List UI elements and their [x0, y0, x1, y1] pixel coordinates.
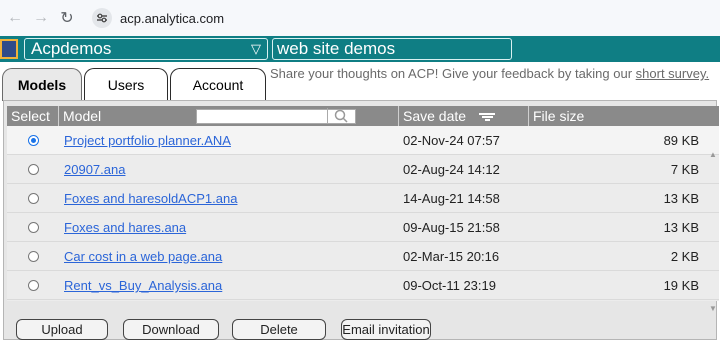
save-date-cell: 02-Nov-24 07:57: [403, 133, 500, 148]
table-row[interactable]: 20907.ana 02-Aug-24 14:12 7 KB: [7, 155, 719, 184]
site-settings-icon[interactable]: [92, 8, 112, 28]
table-body: Project portfolio planner.ANA 02-Nov-24 …: [7, 126, 719, 313]
tune-icon-svg: [97, 13, 107, 23]
model-link[interactable]: Rent_vs_Buy_Analysis.ana: [64, 271, 222, 300]
table-header: Select Model Save date File size: [7, 106, 719, 126]
forward-arrow-icon[interactable]: →: [30, 7, 52, 29]
delete-button[interactable]: Delete: [232, 319, 326, 340]
address-bar[interactable]: acp.analytica.com: [92, 4, 232, 32]
row-select-radio[interactable]: [28, 280, 39, 291]
models-panel: Select Model Save date File size Project…: [3, 100, 719, 340]
file-size-cell: 89 KB: [663, 133, 699, 148]
tab-models[interactable]: Models: [2, 68, 82, 101]
tab-users-label: Users: [107, 76, 145, 93]
save-date-cell: 02-Mar-15 20:16: [403, 249, 500, 264]
scroll-down-arrow-icon[interactable]: ▼: [709, 304, 717, 313]
column-header-model-label: Model: [63, 108, 102, 124]
file-size-cell: 13 KB: [663, 191, 699, 206]
model-link[interactable]: Foxes and hares.ana: [64, 213, 186, 242]
tab-account-label: Account: [192, 76, 244, 93]
demo-title-text: web site demos: [277, 39, 396, 58]
file-size-cell: 2 KB: [670, 249, 699, 264]
tab-models-label: Models: [17, 77, 67, 93]
file-size-cell: 19 KB: [663, 278, 699, 293]
column-header-model[interactable]: Model: [59, 106, 399, 126]
column-header-save-date[interactable]: Save date: [399, 106, 529, 126]
row-select-radio[interactable]: [28, 222, 39, 233]
tab-bar: Models Users Account: [0, 68, 270, 101]
file-size-cell: 7 KB: [670, 162, 699, 177]
column-header-save-date-label: Save date: [403, 108, 467, 124]
model-link[interactable]: Foxes and haresoldACP1.ana: [64, 184, 237, 213]
model-link[interactable]: 20907.ana: [64, 155, 125, 184]
save-date-cell: 09-Aug-15 21:58: [403, 220, 500, 235]
row-select-radio[interactable]: [28, 164, 39, 175]
table-row[interactable]: Car cost in a web page.ana 02-Mar-15 20:…: [7, 242, 719, 271]
reload-icon[interactable]: ↻: [56, 7, 78, 29]
upload-button[interactable]: Upload: [16, 319, 108, 340]
download-button[interactable]: Download: [123, 319, 219, 340]
table-row[interactable]: Foxes and haresoldACP1.ana 14-Aug-21 14:…: [7, 184, 719, 213]
tab-account[interactable]: Account: [170, 68, 266, 100]
models-table: Select Model Save date File size Project…: [7, 106, 719, 313]
table-row[interactable]: Project portfolio planner.ANA 02-Nov-24 …: [7, 126, 719, 155]
save-date-cell: 09-Oct-11 23:19: [403, 278, 496, 293]
back-arrow-icon[interactable]: ←: [4, 7, 26, 29]
tab-users[interactable]: Users: [84, 68, 168, 100]
save-date-cell: 02-Aug-24 14:12: [403, 162, 500, 177]
survey-link[interactable]: short survey.: [636, 66, 709, 81]
row-select-radio[interactable]: [28, 251, 39, 262]
feedback-text: Share your thoughts on ACP! Give your fe…: [270, 66, 636, 81]
feedback-message: Share your thoughts on ACP! Give your fe…: [270, 66, 710, 82]
model-link[interactable]: Project portfolio planner.ANA: [64, 126, 231, 155]
file-size-cell: 13 KB: [663, 220, 699, 235]
demo-title-field[interactable]: web site demos: [272, 38, 512, 60]
save-date-cell: 14-Aug-21 14:58: [403, 191, 500, 206]
row-select-radio[interactable]: [28, 135, 39, 146]
table-row[interactable]: Rent_vs_Buy_Analysis.ana 09-Oct-11 23:19…: [7, 271, 719, 300]
model-dropdown-value: Acpdemos: [31, 39, 112, 58]
chevron-down-icon: ▽: [251, 41, 261, 56]
sort-icon[interactable]: [478, 107, 496, 127]
column-header-file-size: File size: [533, 108, 585, 124]
email-invitation-button[interactable]: Email invitation: [341, 319, 431, 340]
row-select-radio[interactable]: [28, 193, 39, 204]
scroll-up-arrow-icon[interactable]: ▲: [709, 150, 717, 159]
model-link[interactable]: Car cost in a web page.ana: [64, 242, 222, 271]
column-header-select: Select: [7, 106, 59, 126]
app-header: Acpdemos ▽ web site demos: [0, 36, 720, 62]
url-text[interactable]: acp.analytica.com: [120, 11, 224, 26]
search-icon[interactable]: [327, 108, 355, 124]
browser-toolbar: ← → ↻ acp.analytica.com: [0, 0, 720, 36]
app-logo-icon: [0, 39, 18, 59]
model-dropdown[interactable]: Acpdemos ▽: [24, 38, 268, 60]
table-row[interactable]: Foxes and hares.ana 09-Aug-15 21:58 13 K…: [7, 213, 719, 242]
